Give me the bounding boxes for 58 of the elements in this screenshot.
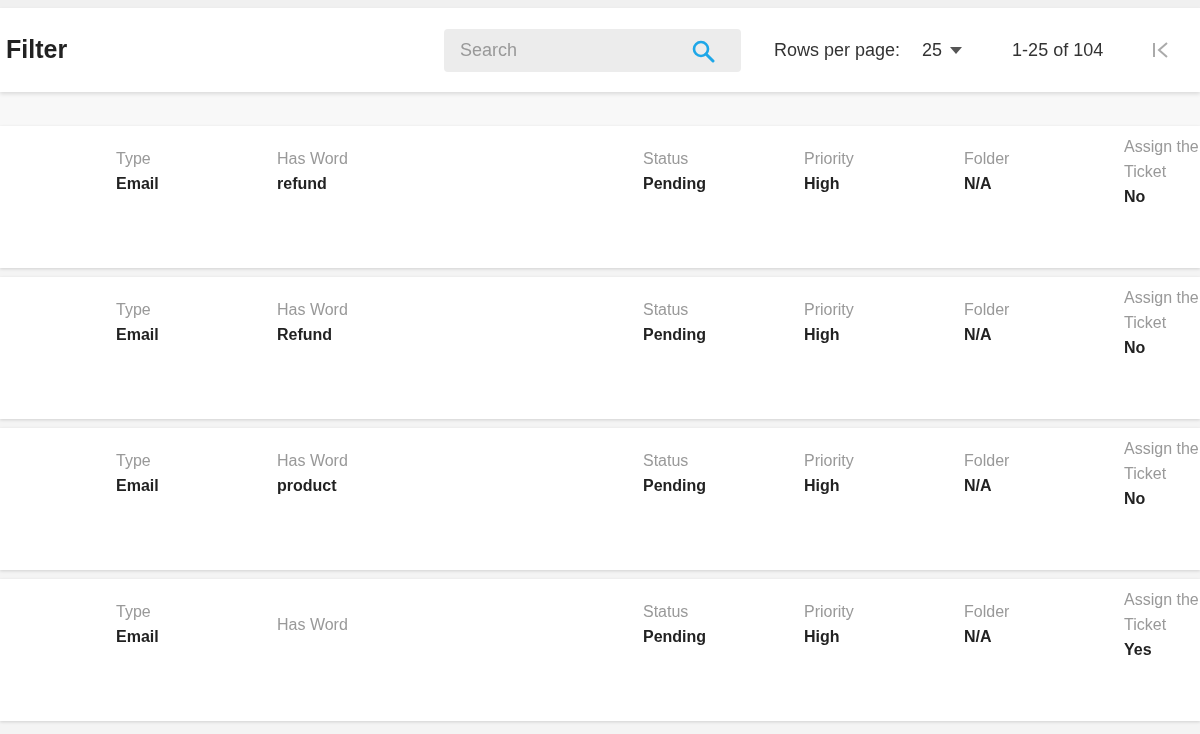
field-value: Email — [116, 174, 160, 194]
field-value: N/A — [964, 627, 993, 647]
filter-card[interactable]: Type Email Has Word Status Pending Priority High Folder N/A Assign the Ticket Yes — [0, 579, 1200, 721]
field-label: Type — [116, 300, 152, 320]
filter-card[interactable]: Type Email Has Word product Status Pending Priority High Folder N/A Assign the Ticket No — [0, 428, 1200, 570]
field-label: Folder — [964, 149, 1011, 169]
field-value: product — [277, 476, 338, 496]
page-title: Filter — [6, 34, 69, 66]
field-label: Status — [643, 602, 690, 622]
field-label: Priority — [804, 149, 855, 169]
rows-per-page-label: Rows per page: — [774, 38, 901, 62]
search-field[interactable]: Search — [444, 28, 741, 72]
field-value: No — [1124, 186, 1147, 207]
pagination-range: 1-25 of 104 — [1012, 38, 1104, 62]
field-value: Email — [116, 325, 160, 345]
field-label: Type — [116, 602, 152, 622]
filter-card[interactable]: Type Email Has Word refund Status Pending Priority High Folder N/A Assign the Ticket No — [0, 126, 1200, 268]
rows-per-page-dropdown[interactable]: 25 — [922, 36, 963, 64]
field-label: Status — [643, 451, 690, 471]
field-value: Refund — [277, 325, 334, 345]
field-label: Type — [116, 149, 152, 169]
field-label: Assign the Ticket — [1124, 438, 1200, 484]
field-label: Has Word — [277, 451, 349, 471]
field-label: Folder — [964, 602, 1011, 622]
field-value: Pending — [643, 476, 708, 496]
field-label: Assign the Ticket — [1124, 136, 1200, 182]
field-value: N/A — [964, 476, 993, 496]
field-label: Type — [116, 451, 152, 471]
field-label: Status — [643, 149, 690, 169]
field-value: No — [1124, 337, 1147, 358]
field-label: Folder — [964, 451, 1011, 471]
field-label: Has Word — [277, 614, 349, 635]
field-label: Folder — [964, 300, 1011, 320]
field-value: High — [804, 627, 841, 647]
field-value: Email — [116, 627, 160, 647]
field-value: Pending — [643, 627, 708, 647]
field-value: Email — [116, 476, 160, 496]
field-value: Yes — [1124, 639, 1153, 660]
field-label: Priority — [804, 602, 855, 622]
field-value: High — [804, 174, 841, 194]
field-value: Pending — [643, 325, 708, 345]
field-value: Pending — [643, 174, 708, 194]
field-value: High — [804, 325, 841, 345]
caret-icon — [950, 46, 963, 54]
field-value: refund — [277, 174, 328, 194]
field-label: Priority — [804, 300, 855, 320]
field-value: No — [1124, 488, 1147, 509]
field-label: Assign the Ticket — [1124, 589, 1200, 635]
field-label: Priority — [804, 451, 855, 471]
field-label: Status — [643, 300, 690, 320]
field-label: Assign the Ticket — [1124, 287, 1200, 333]
field-value: High — [804, 476, 841, 496]
field-label: Has Word — [277, 149, 349, 169]
filter-card[interactable]: Type Email Has Word Refund Status Pending Priority High Folder N/A Assign the Ticket No — [0, 277, 1200, 419]
field-value: N/A — [964, 174, 993, 194]
field-value: N/A — [964, 325, 993, 345]
search-icon[interactable] — [691, 38, 715, 63]
field-label: Has Word — [277, 300, 349, 320]
